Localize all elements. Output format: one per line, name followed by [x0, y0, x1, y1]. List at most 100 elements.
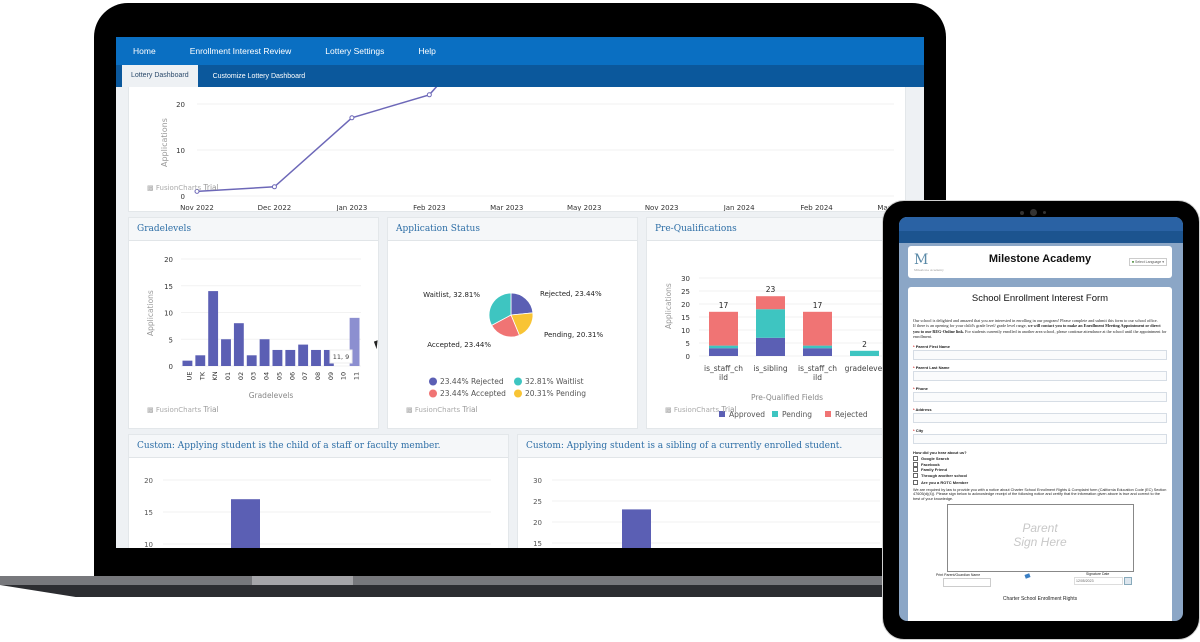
checkbox-rotc-member[interactable]: Are you a ROTC Member	[913, 480, 1167, 486]
x-tick-label: 10	[340, 372, 348, 380]
stacked-bar-segment	[803, 348, 832, 356]
x-tick-label: 08	[314, 372, 322, 380]
nav-enrollment-interest-review[interactable]: Enrollment Interest Review	[190, 46, 292, 56]
nav-lottery-settings[interactable]: Lottery Settings	[325, 46, 384, 56]
watermark-brand: FusionCharts	[155, 184, 202, 192]
eraser-icon[interactable]	[1024, 573, 1031, 579]
x-tick-label: 05	[275, 372, 283, 380]
sensor-icon	[1020, 210, 1024, 215]
label-text: Address	[915, 407, 932, 413]
y-tick-label: 10	[144, 541, 153, 548]
x-tick-label: gradelevel	[845, 364, 885, 373]
signature-date-input[interactable]: 12/05/2023	[1074, 577, 1123, 586]
panel-title: Gradelevels	[129, 218, 378, 241]
x-tick-label: Dec 2022	[258, 204, 292, 211]
pie-data-label: Pending, 20.31%	[544, 331, 603, 339]
y-tick-label: 30	[533, 477, 542, 485]
y-tick-label: 15	[533, 540, 542, 548]
label-text: Parent Last Name	[915, 365, 950, 371]
panel-title: Custom: Applying student is a sibling of…	[518, 435, 905, 458]
bar-total-label: 23	[766, 285, 776, 294]
x-tick-label: UE	[185, 372, 193, 381]
panel-title: Custom: Applying student is the child of…	[129, 435, 508, 458]
enrollment-form: School Enrollment Interest Form Our scho…	[908, 287, 1172, 621]
y-tick-label: 20	[164, 256, 173, 264]
x-tick-label: ild	[719, 373, 728, 382]
label-text: Phone	[915, 386, 928, 392]
stacked-bar-segment	[709, 311, 738, 346]
tablet-camera	[1020, 209, 1046, 216]
tablet-sub-bar	[899, 231, 1183, 243]
form-title: School Enrollment Interest Form	[971, 293, 1109, 304]
x-tick-label: KN	[211, 371, 219, 380]
parent-first-name-input[interactable]	[913, 350, 1167, 361]
sensor-icon	[1043, 211, 1046, 214]
pie-slice	[510, 292, 534, 316]
legend-marker	[514, 389, 522, 398]
x-tick-label: Feb 2023	[413, 204, 445, 211]
nav-help[interactable]: Help	[418, 46, 435, 56]
nav-home[interactable]: Home	[133, 46, 156, 56]
laptop-foot	[0, 585, 946, 597]
checkbox-icon	[913, 461, 918, 467]
city-input[interactable]	[913, 434, 1167, 445]
series-line	[196, 37, 482, 193]
enrollment-rights-heading: Charter School Enrollment Rights	[1002, 596, 1078, 603]
stacked-bar-segment	[803, 345, 832, 349]
legend-marker	[772, 411, 778, 417]
mouse-cursor-icon	[373, 338, 385, 350]
checkbox-label: Facebook	[921, 461, 940, 467]
print-name-input[interactable]	[943, 578, 991, 588]
stacked-bar-segment	[709, 345, 738, 349]
y-tick-label: 15	[681, 314, 690, 322]
signature-row: Print Parent/Guardian Name Signature Dat…	[908, 572, 1172, 592]
bar	[208, 291, 219, 366]
y-tick-label: 25	[681, 288, 690, 296]
y-tick-label: 0	[181, 193, 185, 201]
checkbox-another-school[interactable]: Through another school	[913, 472, 1167, 479]
y-axis-title: Applications	[146, 290, 155, 336]
x-tick-label: 02	[237, 372, 245, 380]
address-input[interactable]	[913, 413, 1167, 424]
bar	[246, 355, 257, 366]
field-label: * Parent Last Name	[913, 365, 950, 371]
legend-label: Pending	[782, 410, 812, 419]
checkbox-icon	[913, 467, 918, 473]
pie-data-label: Rejected, 23.44%	[540, 290, 602, 298]
custom-staff-child-panel: Custom: Applying student is the child of…	[128, 434, 509, 548]
checkbox-label: Through another school	[921, 472, 967, 478]
stacked-bar-segment	[803, 311, 832, 346]
bar	[182, 360, 193, 366]
application-status-chart: Rejected, 23.44% Pending, 20.31% Accepted,…	[423, 290, 603, 398]
tab-lottery-dashboard[interactable]: Lottery Dashboard	[122, 65, 198, 87]
custom-staff-child-chart: 20 15 10	[144, 477, 491, 548]
fusioncharts-logo-icon: ▩	[147, 184, 154, 192]
camera-icon	[1030, 209, 1037, 216]
y-tick-label: 5	[169, 336, 173, 344]
bar	[298, 344, 309, 366]
signature-pad[interactable]: Parent Sign Here	[946, 504, 1134, 573]
phone-input[interactable]	[913, 392, 1167, 403]
legend-marker	[429, 377, 437, 386]
legend-label: 20.31% Pending	[525, 389, 586, 398]
calendar-icon[interactable]	[1124, 577, 1132, 586]
hear-question: How did you hear about us?	[913, 450, 967, 456]
x-tick-label: 06	[288, 372, 296, 380]
y-axis-title: Applications	[664, 283, 673, 329]
signature-placeholder-line2: Sign Here	[1013, 535, 1067, 550]
y-tick-label: 0	[169, 363, 173, 371]
stacked-bar-segment	[850, 350, 879, 356]
custom-sibling-panel: Custom: Applying student is a sibling of…	[517, 434, 906, 548]
watermark-suffix: Trial	[721, 405, 737, 414]
parent-last-name-input[interactable]	[913, 371, 1167, 382]
bar	[231, 499, 260, 548]
y-tick-label: 25	[533, 498, 542, 506]
tab-customize-lottery-dashboard[interactable]: Customize Lottery Dashboard	[204, 67, 315, 87]
print-name-label: Print Parent/Guardian Name	[936, 573, 981, 578]
sub-navigation: Lottery Dashboard Customize Lottery Dash…	[116, 65, 924, 87]
fusioncharts-logo-icon: ▩	[147, 406, 154, 414]
tooltip-text: 11, 9	[333, 353, 350, 361]
language-select[interactable]: ■ Select Language ▾	[1128, 258, 1167, 266]
bar	[233, 323, 244, 366]
gradelevels-chart: 05101520ApplicationsUE TK KN 01 02 03 04 05 06 07…	[146, 256, 361, 400]
